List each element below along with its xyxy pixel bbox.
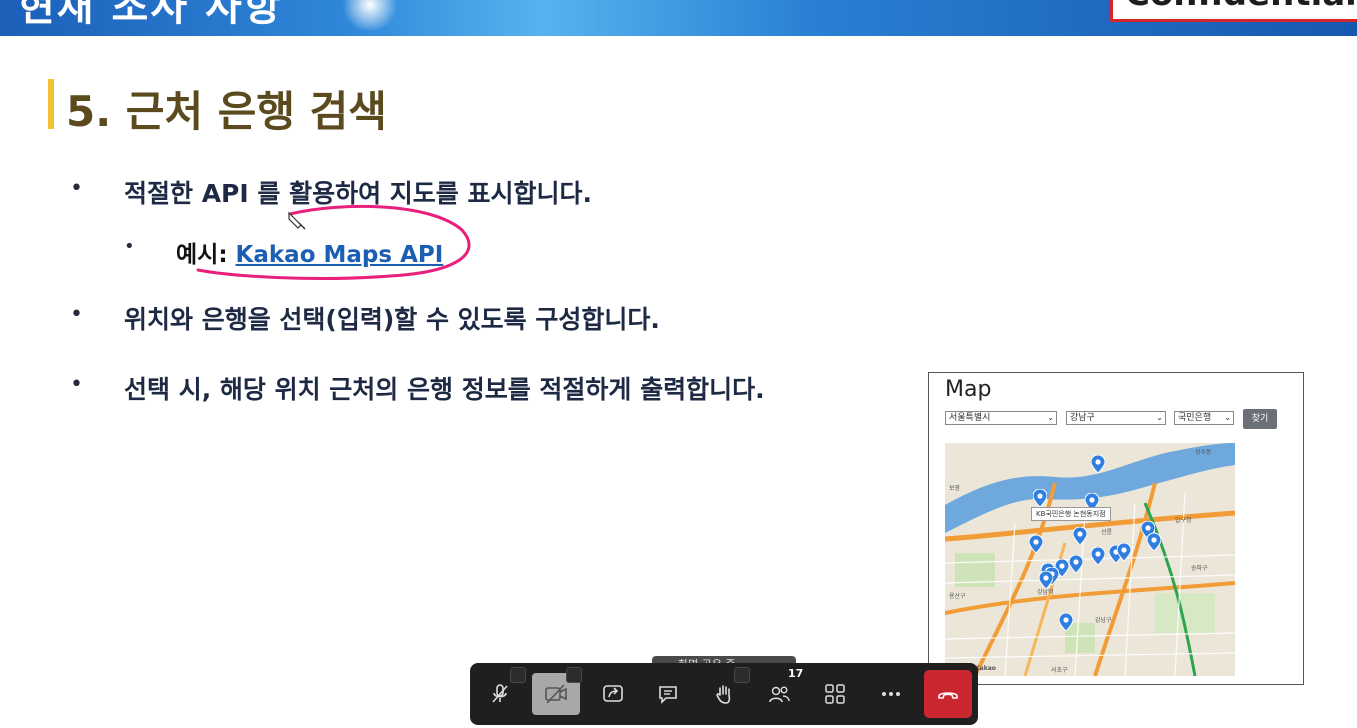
mic-options-chevron-icon[interactable] <box>510 667 526 683</box>
kakao-map-logo: Kakao <box>975 665 996 672</box>
chat-icon <box>659 686 677 704</box>
district-select[interactable]: 강남구 ⌄ <box>1066 411 1166 425</box>
map-label: 보광 <box>949 485 961 492</box>
bullet-dot: • <box>70 372 83 397</box>
map-label: 송파구 <box>1191 565 1208 572</box>
bank-marker-icon[interactable] <box>1029 535 1043 553</box>
bank-marker-icon[interactable] <box>1059 613 1073 631</box>
bullet-3: 선택 시, 해당 위치 근처의 은행 정보를 적절하게 출력합니다. <box>124 375 765 404</box>
mic-muted-icon <box>492 684 508 703</box>
bullet-2: 위치와 은행을 선택(입력)할 수 있도록 구성합니다. <box>124 305 660 334</box>
map-label: 강남역 <box>1037 589 1054 596</box>
participants-icon <box>769 686 790 703</box>
confidential-label: Confidential <box>1125 0 1357 14</box>
more-icon <box>882 692 900 696</box>
reactions-chevron-icon[interactable] <box>734 667 750 683</box>
camera-options-chevron-icon[interactable] <box>566 667 582 683</box>
bank-marker-icon[interactable] <box>1091 547 1105 565</box>
map-label: 선릉 <box>1101 529 1113 536</box>
bank-marker-icon[interactable] <box>1033 489 1047 507</box>
map-label: 성수동 <box>1195 449 1212 456</box>
banner-glow-decoration <box>340 0 400 30</box>
leave-call-icon <box>938 692 958 699</box>
raise-hand-icon <box>716 685 731 704</box>
find-button[interactable]: 찾기 <box>1243 409 1277 429</box>
bank-tooltip: KB국민은행 논현동지점 <box>1031 507 1111 521</box>
chevron-down-icon: ⌄ <box>1156 413 1163 422</box>
map-label: 용산구 <box>949 593 966 600</box>
more-button[interactable] <box>870 673 912 715</box>
banner-title: 현재 조사 사항 <box>18 0 283 30</box>
bank-marker-icon[interactable] <box>1073 527 1087 545</box>
map-label: 강남구 <box>1095 617 1112 624</box>
pen-cursor-icon <box>288 211 306 230</box>
map-title: Map <box>945 377 992 402</box>
chat-button[interactable] <box>647 673 689 715</box>
map-label: 압구정 <box>1175 517 1192 524</box>
chevron-down-icon: ⌄ <box>1224 413 1231 422</box>
map-widget: Map 서울특별시 ⌄ 강남구 ⌄ 국민은행 ⌄ 찾기 KB국민은행 논현동지점… <box>928 372 1304 685</box>
bank-marker-icon[interactable] <box>1091 455 1105 473</box>
participants-count-badge: 17 <box>788 667 804 680</box>
slide-heading: 5. 근처 은행 검색 <box>66 87 387 136</box>
sub-bullet-dot: • <box>124 236 135 257</box>
bank-select-value: 국민은행 <box>1178 413 1212 423</box>
bullet-dot: • <box>70 302 83 327</box>
apps-button[interactable] <box>814 673 856 715</box>
share-screen-button[interactable] <box>592 673 634 715</box>
pen-annotation <box>196 204 471 280</box>
city-select-value: 서울특별시 <box>949 413 991 423</box>
confidential-stamp: Confidential <box>1110 0 1357 22</box>
district-select-value: 강남구 <box>1070 413 1095 423</box>
meeting-toolbar: 17 <box>470 663 978 725</box>
heading-accent-bar <box>48 79 54 129</box>
map-canvas[interactable]: KB국민은행 논현동지점 보광 용산구 강남구 서초구 강남역 송파구 선릉 압… <box>945 443 1235 676</box>
chevron-down-icon: ⌄ <box>1047 413 1054 422</box>
bank-marker-icon[interactable] <box>1069 555 1083 573</box>
city-select[interactable]: 서울특별시 ⌄ <box>945 411 1057 425</box>
bank-marker-icon[interactable] <box>1117 543 1131 561</box>
share-screen-icon <box>603 685 623 702</box>
leave-call-button[interactable] <box>924 670 972 718</box>
map-label: 서초구 <box>1051 667 1068 674</box>
apps-grid-icon <box>825 684 845 704</box>
slide-banner: 현재 조사 사항 Confidential <box>0 0 1357 36</box>
bank-select[interactable]: 국민은행 ⌄ <box>1174 411 1234 425</box>
camera-off-icon <box>545 684 567 704</box>
map-tiles <box>945 443 1235 676</box>
bank-marker-icon[interactable] <box>1147 533 1161 551</box>
bullet-dot: • <box>70 176 83 201</box>
